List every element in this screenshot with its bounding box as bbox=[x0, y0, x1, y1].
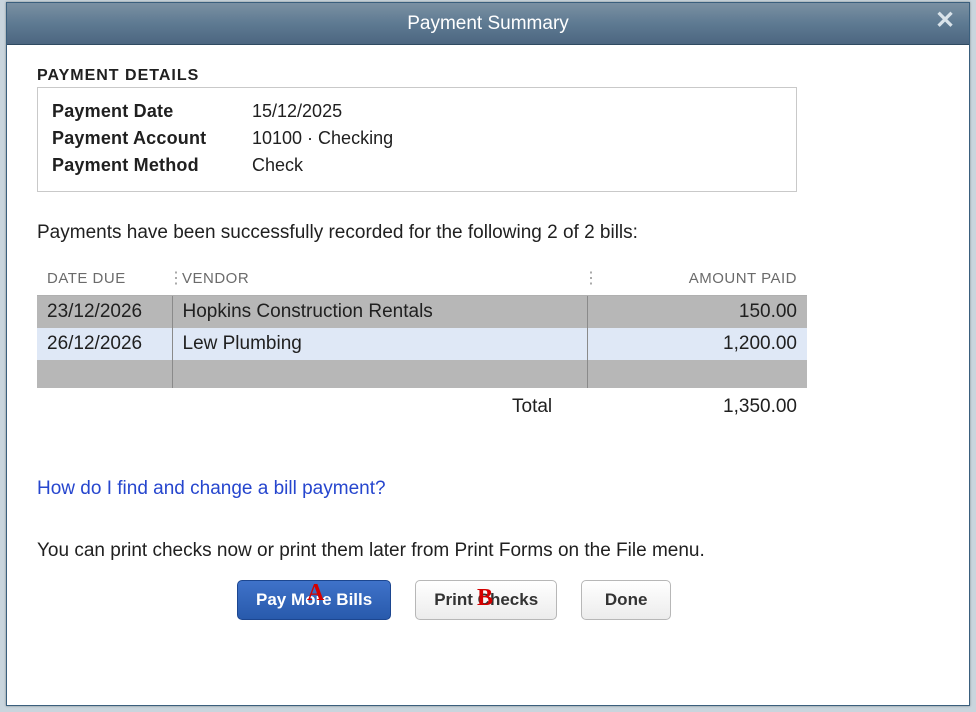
payment-details-box: Payment Date 15/12/2025 Payment Account … bbox=[37, 87, 797, 192]
header-date-due: DATE DUE bbox=[37, 262, 172, 296]
print-hint: You can print checks now or print them l… bbox=[37, 540, 939, 562]
done-button[interactable]: Done bbox=[581, 580, 671, 620]
help-link[interactable]: How do I find and change a bill payment? bbox=[37, 478, 939, 500]
window-title: Payment Summary bbox=[407, 13, 569, 35]
bills-table: DATE DUE VENDOR AMOUNT PAID 23/12/2026 H… bbox=[37, 262, 807, 388]
cell-amount-paid: 1,200.00 bbox=[587, 328, 807, 360]
payment-date-row: Payment Date 15/12/2025 bbox=[52, 98, 782, 125]
table-row-empty bbox=[37, 360, 807, 388]
annotation-a: A bbox=[307, 580, 324, 607]
payment-account-label: Payment Account bbox=[52, 128, 252, 149]
table-row: 26/12/2026 Lew Plumbing 1,200.00 bbox=[37, 328, 807, 360]
cell-vendor: Lew Plumbing bbox=[172, 328, 587, 360]
cell-date-due: 23/12/2026 bbox=[37, 296, 172, 329]
table-row: 23/12/2026 Hopkins Construction Rentals … bbox=[37, 296, 807, 329]
payment-method-value: Check bbox=[252, 155, 303, 176]
close-icon[interactable]: ✕ bbox=[933, 9, 957, 33]
payment-account-row: Payment Account 10100 · Checking bbox=[52, 125, 782, 152]
payment-details-heading: PAYMENT DETAILS bbox=[37, 67, 939, 85]
header-amount-paid: AMOUNT PAID bbox=[587, 262, 807, 296]
header-vendor: VENDOR bbox=[172, 262, 587, 296]
total-label: Total bbox=[512, 396, 592, 418]
payment-method-label: Payment Method bbox=[52, 155, 252, 176]
payment-date-label: Payment Date bbox=[52, 101, 252, 122]
cell-date-due: 26/12/2026 bbox=[37, 328, 172, 360]
payment-account-value: 10100 · Checking bbox=[252, 128, 393, 149]
cell-vendor: Hopkins Construction Rentals bbox=[172, 296, 587, 329]
payment-method-row: Payment Method Check bbox=[52, 152, 782, 179]
success-message: Payments have been successfully recorded… bbox=[37, 222, 939, 244]
annotation-b: B bbox=[477, 585, 493, 612]
titlebar: Payment Summary ✕ bbox=[7, 3, 969, 45]
payment-date-value: 15/12/2025 bbox=[252, 101, 342, 122]
cell-amount-paid: 150.00 bbox=[587, 296, 807, 329]
bills-table-header-row: DATE DUE VENDOR AMOUNT PAID bbox=[37, 262, 807, 296]
total-value: 1,350.00 bbox=[592, 396, 807, 418]
total-row: Total 1,350.00 bbox=[37, 388, 807, 418]
payment-summary-dialog: Payment Summary ✕ PAYMENT DETAILS Paymen… bbox=[6, 2, 970, 706]
dialog-body: PAYMENT DETAILS Payment Date 15/12/2025 … bbox=[7, 45, 969, 705]
